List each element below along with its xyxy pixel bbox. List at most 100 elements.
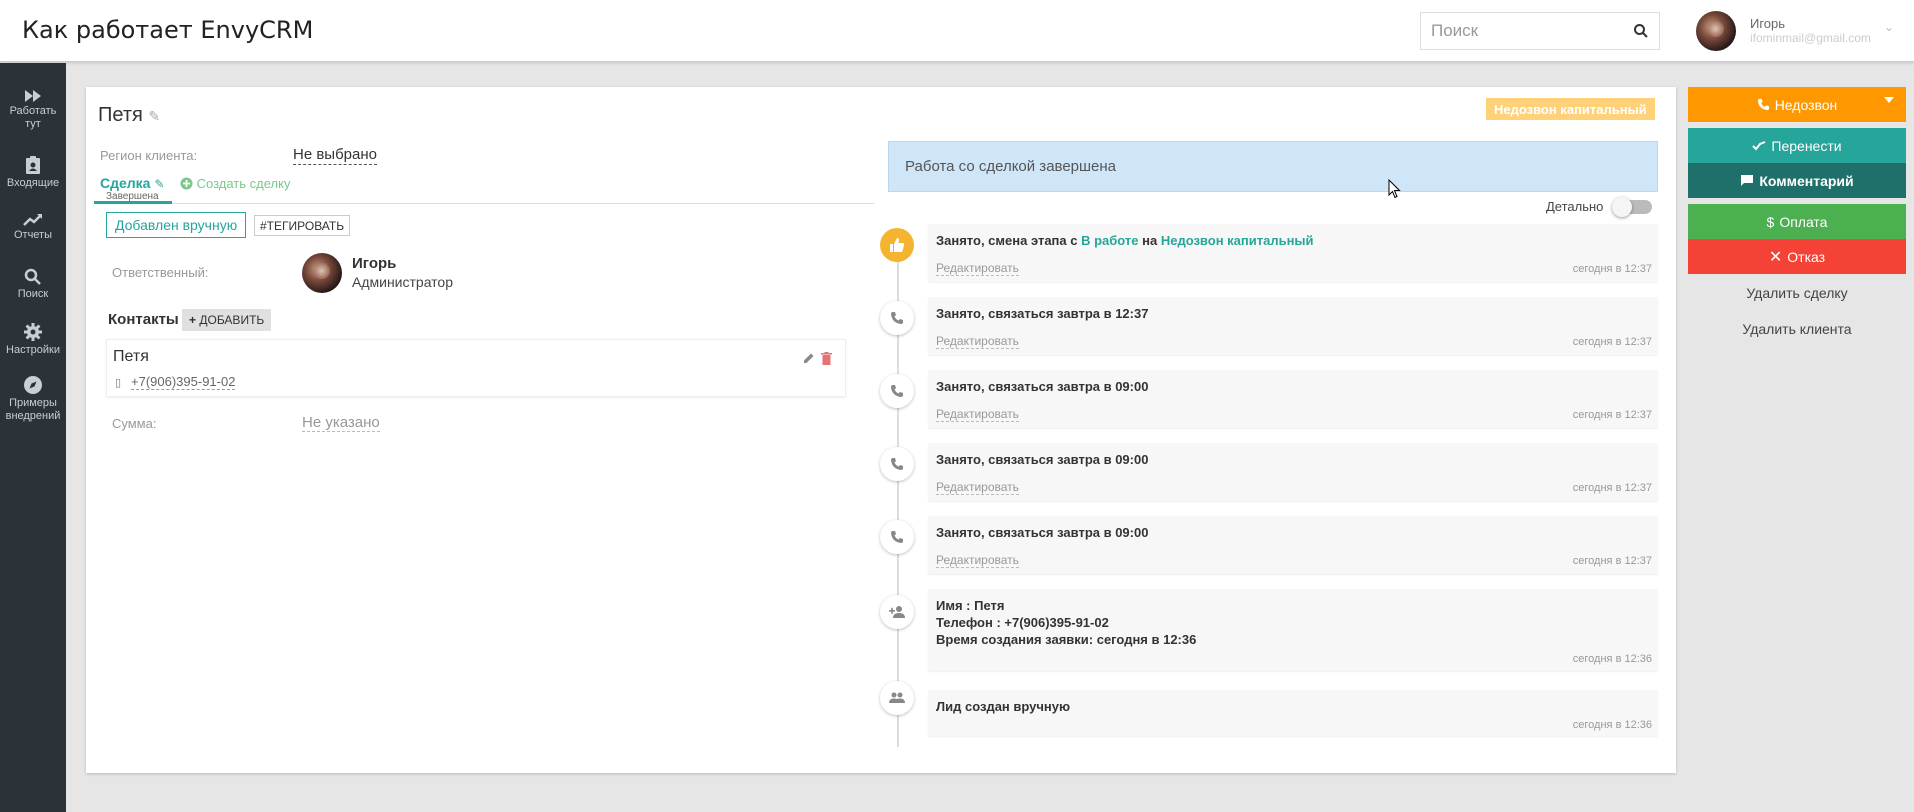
timeline-dot [880,681,914,715]
timeline-dot [880,595,914,629]
timeline-event: Занято, смена этапа с В работе на Недозв… [928,224,1658,282]
app-title: Как работает EnvyCRM [22,16,314,44]
fast-forward-icon [25,90,41,102]
edit-event-link[interactable]: Редактировать [936,480,1019,495]
responsible-label: Ответственный: [112,265,209,280]
phone-icon [891,385,903,397]
event-text: Занято, связаться завтра в 09:00 [936,452,1149,467]
gear-icon [24,323,42,341]
event-time: сегодня в 12:37 [1572,482,1652,494]
event-text: Занято, смена этапа с В работе на Недозв… [936,233,1314,248]
phone-icon [1757,98,1769,111]
nodozvon-button[interactable]: Недозвон [1688,87,1906,122]
responsible-name: Игорь [352,255,397,272]
region-label: Регион клиента: [100,148,198,163]
search-box[interactable] [1420,12,1660,50]
deal-completed-banner: Работа со сделкой завершена [888,141,1658,192]
added-manually-button[interactable]: Добавлен вручную [106,212,247,238]
payment-button[interactable]: $ Оплата [1688,204,1906,239]
clipboard-user-icon [26,156,40,174]
timeline-dot [880,447,914,481]
event-text: Имя : Петя Телефон : +7(906)395-91-02 Вр… [936,597,1196,648]
sidebar: Работать тут Входящие Отчеты Поиск Настр… [0,63,66,812]
sidebar-item-reports[interactable]: Отчеты [0,213,66,242]
user-name[interactable]: Игорь [1750,16,1785,31]
delete-client-link[interactable]: Удалить клиента [1688,321,1906,337]
user-avatar[interactable] [1696,11,1736,51]
comment-icon [1741,175,1754,186]
mouse-cursor-icon [1388,179,1401,199]
timeline-event: Занято, связаться завтра в 09:00 Редакти… [928,443,1658,501]
contact-phone[interactable]: +7(906)395-91-02 [131,374,236,390]
event-time: сегодня в 12:37 [1572,336,1652,348]
edit-event-link[interactable]: Редактировать [936,407,1019,422]
timeline-event: Имя : Петя Телефон : +7(906)395-91-02 Вр… [928,589,1658,671]
timeline-dot [880,520,914,554]
search-icon[interactable] [1633,23,1649,39]
transfer-button[interactable]: Перенести [1688,128,1906,163]
tab-divider [94,203,874,204]
timeline-event: Занято, связаться завтра в 12:37 Редакти… [928,297,1658,355]
phone-icon [891,458,903,470]
sidebar-item-inbox[interactable]: Входящие [0,155,66,190]
event-time: сегодня в 12:37 [1572,409,1652,421]
edit-icon[interactable] [803,352,815,364]
pencil-icon[interactable]: ✎ [148,108,160,124]
timeline-dot [880,301,914,335]
tag-button[interactable]: #ТЕГИРОВАТЬ [254,215,351,236]
detail-toggle[interactable] [1612,197,1652,217]
timeline-event: Занято, связаться завтра в 09:00 Редакти… [928,516,1658,574]
event-text: Лид создан вручную [936,699,1071,714]
pencil-icon: ✎ [154,177,165,191]
add-contact-button[interactable]: + ДОБАВИТЬ [182,309,272,331]
sidebar-item-label: Примеры внедрений [5,397,61,422]
person-add-icon [889,606,905,618]
sidebar-item-work[interactable]: Работать тут [0,89,66,131]
mobile-phone-icon: ▯ [115,377,122,389]
edit-event-link[interactable]: Редактировать [936,334,1019,349]
event-time: сегодня в 12:36 [1572,653,1652,665]
user-email: ifominmail@gmail.com [1750,31,1871,45]
sidebar-item-label: Работать тут [9,105,57,130]
thumbs-up-icon [890,238,905,252]
stage-from-link: В работе [1081,233,1139,248]
sidebar-item-search[interactable]: Поиск [0,268,66,301]
search-input[interactable] [1421,13,1621,49]
close-icon: ✕ [1768,248,1783,266]
chevron-down-icon[interactable]: ⌄ [1884,20,1894,34]
delete-deal-link[interactable]: Удалить сделку [1688,285,1906,301]
sum-label: Сумма: [112,416,157,431]
deal-card: Петя ✎ Регион клиента: Не выбрано Сделка… [86,87,1676,773]
phone-icon [891,312,903,324]
sum-value[interactable]: Не указано [302,414,380,432]
comment-button[interactable]: Комментарий [1688,163,1906,198]
stage-to-link: Недозвон капитальный [1160,233,1314,248]
sidebar-item-label: Отчеты [13,229,53,241]
status-badge: Недозвон капитальный [1486,98,1655,120]
timeline-dot [880,228,914,262]
region-value[interactable]: Не выбрано [293,146,377,165]
lead-time-line: Время создания заявки: сегодня в 12:36 [936,632,1197,647]
dollar-icon: $ [1766,213,1775,230]
sidebar-item-examples[interactable]: Примеры внедрений [0,375,66,423]
edit-event-link[interactable]: Редактировать [936,261,1019,276]
refuse-button[interactable]: ✕ Отказ [1688,239,1906,274]
edit-event-link[interactable]: Редактировать [936,553,1019,568]
create-deal-link[interactable]: Создать сделку [180,176,290,191]
event-text: Занято, связаться завтра в 09:00 [936,379,1149,394]
sidebar-item-settings[interactable]: Настройки [0,322,66,357]
responsible-role: Администратор [352,274,454,290]
trash-icon[interactable] [821,352,832,365]
plus-circle-icon [180,177,193,190]
trending-up-icon [23,214,42,226]
tab-deal[interactable]: Сделка ✎ [100,175,164,191]
event-text: Занято, связаться завтра в 09:00 [936,525,1149,540]
sidebar-item-label: Поиск [17,288,49,300]
client-name[interactable]: Петя ✎ [98,104,160,127]
check-arrow-icon [1752,140,1766,150]
sidebar-item-label: Настройки [6,344,60,356]
people-icon [889,692,905,703]
timeline-dot [880,374,914,408]
caret-down-icon[interactable] [1884,97,1894,103]
lead-phone-line: Телефон : +7(906)395-91-02 [936,615,1109,630]
